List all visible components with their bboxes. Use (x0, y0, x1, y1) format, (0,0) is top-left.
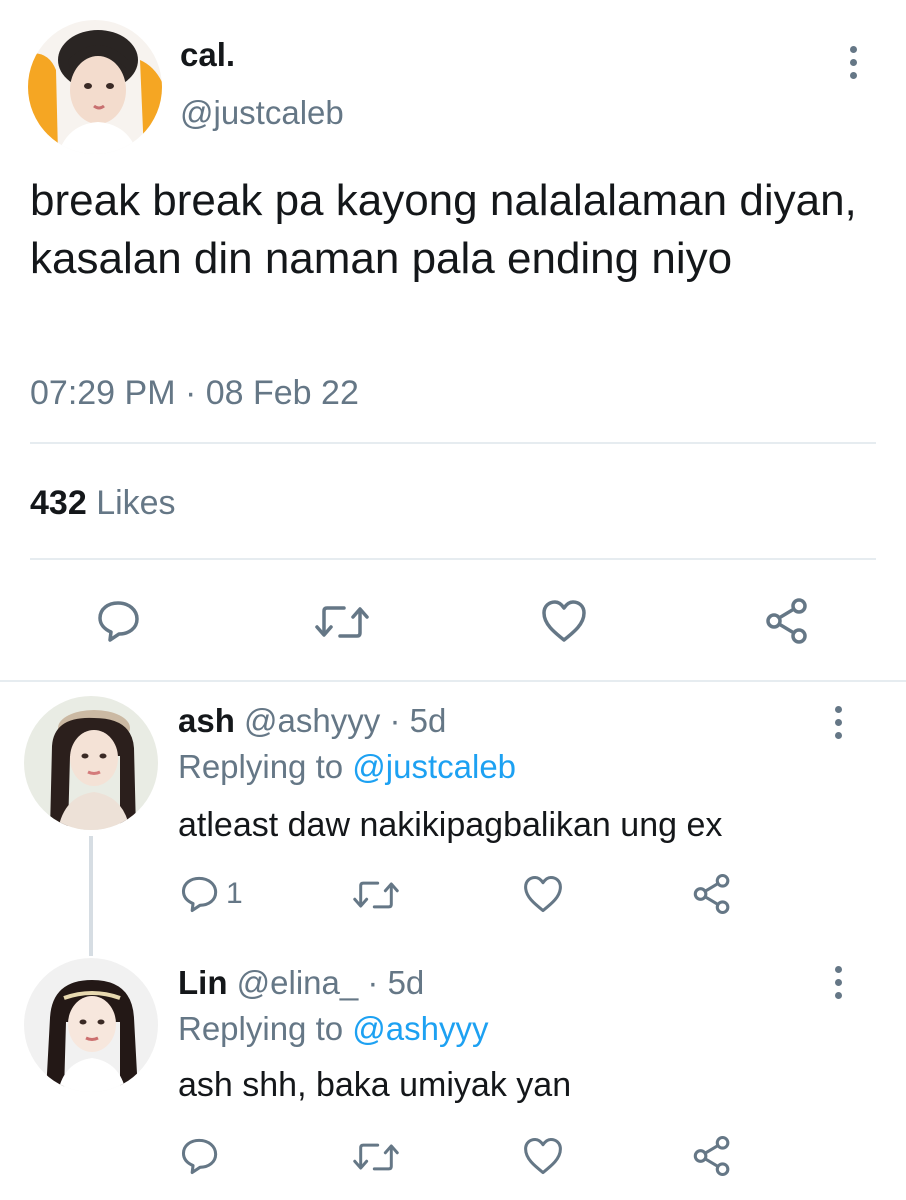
heart-icon (540, 598, 588, 644)
retweet-button[interactable] (352, 1140, 400, 1174)
reply-icon (180, 1136, 220, 1176)
replying-prefix: Replying to (178, 748, 344, 785)
reply-button[interactable] (180, 1136, 220, 1176)
divider (30, 442, 876, 444)
replying-to: Replying to @justcaleb (178, 748, 516, 786)
like-button[interactable] (540, 598, 588, 644)
likes-count: 432 (30, 484, 87, 522)
more-icon[interactable] (832, 706, 844, 739)
tweet-text: break break pa kayong nalalalaman diyan,… (30, 176, 857, 283)
replying-to: Replying to @ashyyy (178, 1010, 489, 1048)
reply-icon (180, 874, 220, 914)
display-name[interactable]: ash (178, 702, 235, 739)
tweet-timestamp: 07:29 PM · 08 Feb 22 (30, 374, 359, 412)
avatar[interactable] (24, 696, 158, 830)
reply-header: ash @ashyyy · 5d (178, 702, 446, 740)
like-button[interactable] (522, 874, 564, 914)
reply-text: ash shh, baka umiyak yan (178, 1066, 572, 1104)
more-icon[interactable] (832, 966, 844, 999)
avatar-image (24, 696, 158, 830)
reply-count: 1 (226, 877, 243, 910)
reply-age: · 5d (367, 964, 425, 1001)
share-icon (690, 1134, 734, 1178)
replying-to-link[interactable]: @ashyyy (352, 1010, 488, 1047)
share-icon (762, 596, 812, 646)
handle[interactable]: @justcaleb (180, 94, 344, 132)
display-name[interactable]: Lin (178, 964, 227, 1001)
likes-label: Likes (96, 484, 176, 522)
retweet-icon (314, 602, 370, 642)
likes-stat[interactable]: 432 Likes (30, 484, 176, 523)
like-button[interactable] (522, 1136, 564, 1176)
more-icon[interactable] (847, 46, 859, 79)
thread-line (89, 836, 93, 956)
reply-icon (96, 598, 142, 644)
reply-button[interactable]: 1 (180, 874, 243, 914)
avatar-image (28, 20, 162, 154)
handle[interactable]: @ashyyy (244, 702, 380, 739)
retweet-button[interactable] (352, 878, 400, 912)
display-name[interactable]: cal. (180, 36, 235, 74)
share-button[interactable] (690, 1134, 734, 1178)
retweet-button[interactable] (314, 602, 370, 642)
share-icon (690, 872, 734, 916)
avatar[interactable] (24, 958, 158, 1092)
reply-button[interactable] (96, 598, 142, 644)
replying-to-link[interactable]: @justcaleb (352, 748, 516, 785)
divider (0, 680, 906, 682)
divider (30, 558, 876, 560)
heart-icon (522, 874, 564, 914)
replying-prefix: Replying to (178, 1010, 344, 1047)
retweet-icon (352, 878, 400, 912)
reply-header: Lin @elina_ · 5d (178, 964, 424, 1002)
retweet-icon (352, 1140, 400, 1174)
heart-icon (522, 1136, 564, 1176)
share-button[interactable] (762, 596, 812, 646)
handle[interactable]: @elina_ (237, 964, 359, 1001)
share-button[interactable] (690, 872, 734, 916)
avatar[interactable] (28, 20, 162, 154)
reply-text: atleast daw nakikipagbalikan ung ex (178, 806, 723, 844)
avatar-image (24, 958, 158, 1092)
reply-age: · 5d (389, 702, 447, 739)
